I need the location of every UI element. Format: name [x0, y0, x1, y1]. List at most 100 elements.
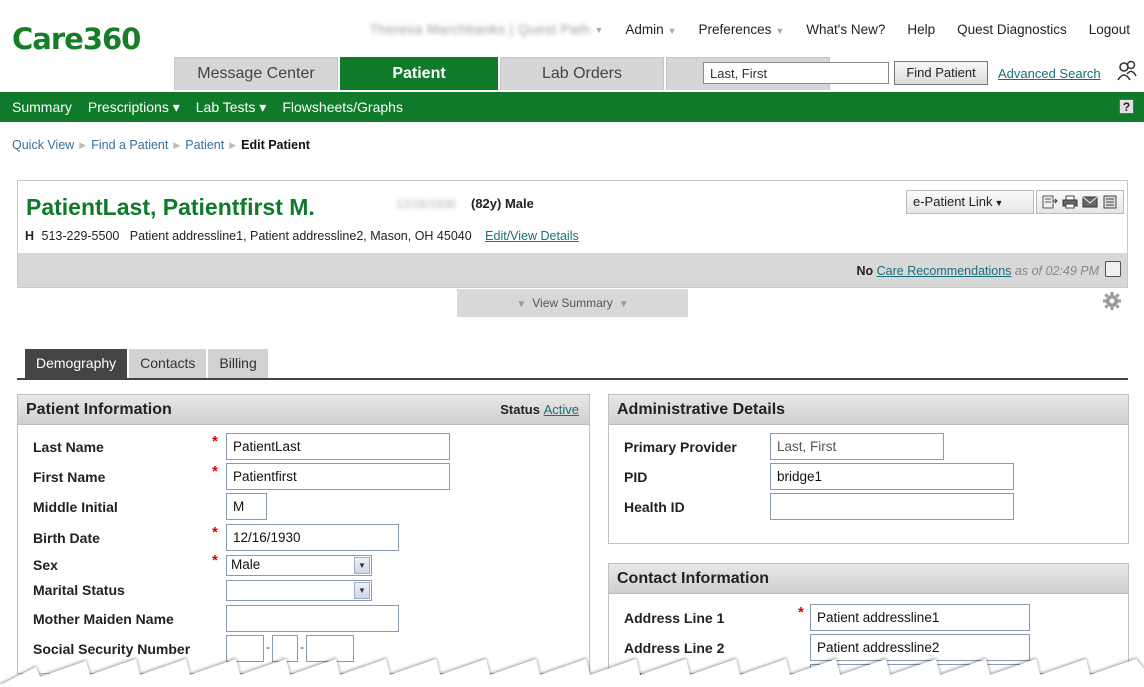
breadcrumb-quick-view[interactable]: Quick View — [12, 138, 74, 152]
patient-information-section: Patient Information Status Active Last N… — [17, 394, 590, 674]
preferences-menu[interactable]: Preferences ▼ — [699, 22, 785, 37]
quest-diagnostics-link[interactable]: Quest Diagnostics — [957, 22, 1067, 37]
user-links: Theresa Marchbanks | Quest Path ▼ Admin ▼ … — [370, 22, 1130, 37]
breadcrumb: Quick View ▶ Find a Patient ▶ Patient ▶ … — [12, 138, 310, 152]
fax-icon[interactable] — [1102, 195, 1118, 209]
phone-type-label: H — [25, 229, 35, 243]
export-icon[interactable] — [1042, 195, 1058, 209]
pid-label: PID — [624, 469, 648, 485]
tab-contacts[interactable]: Contacts — [129, 349, 207, 378]
required-marker: * — [798, 604, 804, 621]
marital-status-select[interactable]: ▼ — [226, 580, 372, 601]
first-name-input[interactable]: Patientfirst — [226, 463, 450, 490]
nav-flowsheets-graphs[interactable]: Flowsheets/Graphs — [282, 99, 403, 115]
chevron-down-icon: ▼ — [775, 26, 785, 36]
chevron-down-icon: ▼ — [618, 299, 629, 310]
whats-new-link[interactable]: What's New? — [806, 22, 885, 37]
patient-address: Patient addressline1, Patient addresslin… — [129, 229, 472, 243]
primary-provider-input[interactable]: Last, First — [770, 433, 944, 460]
mother-maiden-name-input[interactable] — [226, 605, 399, 632]
status-active-link[interactable]: Active — [544, 402, 579, 417]
pid-input[interactable]: bridge1 — [770, 463, 1014, 490]
patient-search-input[interactable]: Last, First — [703, 62, 889, 84]
status-indicator: Status Active — [500, 402, 579, 417]
section-title: Contact Information — [609, 564, 1128, 594]
primary-provider-label: Primary Provider — [624, 439, 737, 455]
section-title: Patient Information Status Active — [18, 395, 589, 425]
e-patient-link-button[interactable]: e-Patient Link ▼ — [906, 190, 1034, 214]
nav-lab-tests[interactable]: Lab Tests ▾ — [196, 99, 267, 116]
top-header: Care360 Theresa Marchbanks | Quest Path ▼… — [0, 0, 1144, 64]
breadcrumb-patient[interactable]: Patient — [185, 138, 224, 152]
printer-icon[interactable] — [1062, 195, 1078, 209]
advanced-search-link[interactable]: Advanced Search — [998, 66, 1101, 81]
chevron-down-icon: ▼ — [354, 557, 370, 574]
birth-date-label: Birth Date — [33, 530, 100, 546]
patient-contact-line: H 513-229-5500 Patient addressline1, Pat… — [25, 229, 579, 243]
chevron-down-icon: ▼ — [516, 299, 527, 310]
mail-icon[interactable] — [1082, 195, 1098, 209]
chevron-right-icon: ▶ — [229, 139, 237, 150]
help-link[interactable]: Help — [907, 22, 935, 37]
user-name-link[interactable]: Theresa Marchbanks | Quest Path — [370, 22, 591, 37]
patient-header: PatientLast, Patientfirst M. 12/16/1930 … — [17, 180, 1128, 288]
first-name-label: First Name — [33, 469, 106, 485]
tab-billing[interactable]: Billing — [208, 349, 268, 378]
address-line-2-label: Address Line 2 — [624, 640, 725, 656]
required-marker: * — [212, 524, 218, 541]
tab-patient[interactable]: Patient — [340, 57, 498, 90]
address-line-1-input[interactable]: Patient addressline1 — [810, 604, 1030, 631]
middle-initial-input[interactable]: M — [226, 493, 267, 520]
section-title: Administrative Details — [609, 395, 1128, 425]
health-id-input[interactable] — [770, 493, 1014, 520]
last-name-label: Last Name — [33, 439, 104, 455]
marital-status-label: Marital Status — [33, 582, 125, 598]
patient-name: PatientLast, Patientfirst M. — [26, 194, 315, 220]
tab-message-center[interactable]: Message Center — [174, 57, 338, 90]
chevron-right-icon: ▶ — [173, 139, 181, 150]
find-patient-button[interactable]: Find Patient — [894, 61, 988, 85]
required-marker: * — [212, 463, 218, 480]
sex-label: Sex — [33, 557, 58, 573]
nav-prescriptions[interactable]: Prescriptions ▾ — [88, 99, 180, 116]
ssn-separator: - — [266, 640, 270, 654]
nav-summary[interactable]: Summary — [12, 99, 72, 115]
edit-view-details-link[interactable]: Edit/View Details — [485, 229, 579, 243]
chevron-right-icon: ▶ — [79, 139, 87, 150]
sex-select[interactable]: Male ▼ — [226, 555, 372, 576]
breadcrumb-current: Edit Patient — [241, 138, 310, 152]
edit-patient-tabs: Demography Contacts Billing — [25, 349, 270, 378]
care-recommendations-link[interactable]: Care Recommendations — [877, 264, 1012, 278]
tab-lab-orders[interactable]: Lab Orders — [500, 57, 664, 90]
ssn-separator: - — [300, 640, 304, 654]
address-line-1-label: Address Line 1 — [624, 610, 725, 626]
admin-menu[interactable]: Admin ▼ — [625, 22, 676, 37]
chevron-down-icon: ▼ — [667, 26, 677, 36]
torn-edge-decoration — [0, 659, 1144, 687]
care-recommendations-bar: No Care Recommendations as of 02:49 PM — [18, 253, 1127, 287]
patient-toolbar — [1036, 190, 1124, 214]
care-asof-time: as of 02:49 PM — [1014, 264, 1099, 278]
gear-icon[interactable] — [1102, 291, 1122, 311]
required-marker: * — [212, 433, 218, 450]
tab-demography[interactable]: Demography — [25, 349, 128, 378]
add-patient-icon[interactable] — [1116, 60, 1138, 84]
patient-nav-bar: Summary Prescriptions ▾ Lab Tests ▾ Flow… — [0, 92, 1144, 122]
care360-logo[interactable]: Care360 — [12, 22, 141, 56]
help-icon[interactable]: ? — [1119, 99, 1134, 114]
administrative-details-section: Administrative Details Primary Provider … — [608, 394, 1129, 544]
tab-divider — [17, 378, 1128, 380]
chevron-down-icon: ▼ — [354, 582, 370, 599]
birth-date-input[interactable]: 12/16/1930 — [226, 524, 399, 551]
middle-initial-label: Middle Initial — [33, 499, 118, 515]
chevron-down-icon: ▼ — [594, 24, 604, 35]
last-name-input[interactable]: PatientLast — [226, 433, 450, 460]
health-id-label: Health ID — [624, 499, 685, 515]
required-marker: * — [212, 552, 218, 569]
chevron-down-icon: ▼ — [994, 198, 1004, 208]
logout-link[interactable]: Logout — [1089, 22, 1130, 37]
refresh-icon[interactable] — [1105, 261, 1121, 277]
care-recommendations-text: No Care Recommendations as of 02:49 PM — [856, 264, 1099, 278]
view-summary-toggle[interactable]: ▼ View Summary ▼ — [457, 289, 688, 317]
breadcrumb-find-patient[interactable]: Find a Patient — [91, 138, 168, 152]
